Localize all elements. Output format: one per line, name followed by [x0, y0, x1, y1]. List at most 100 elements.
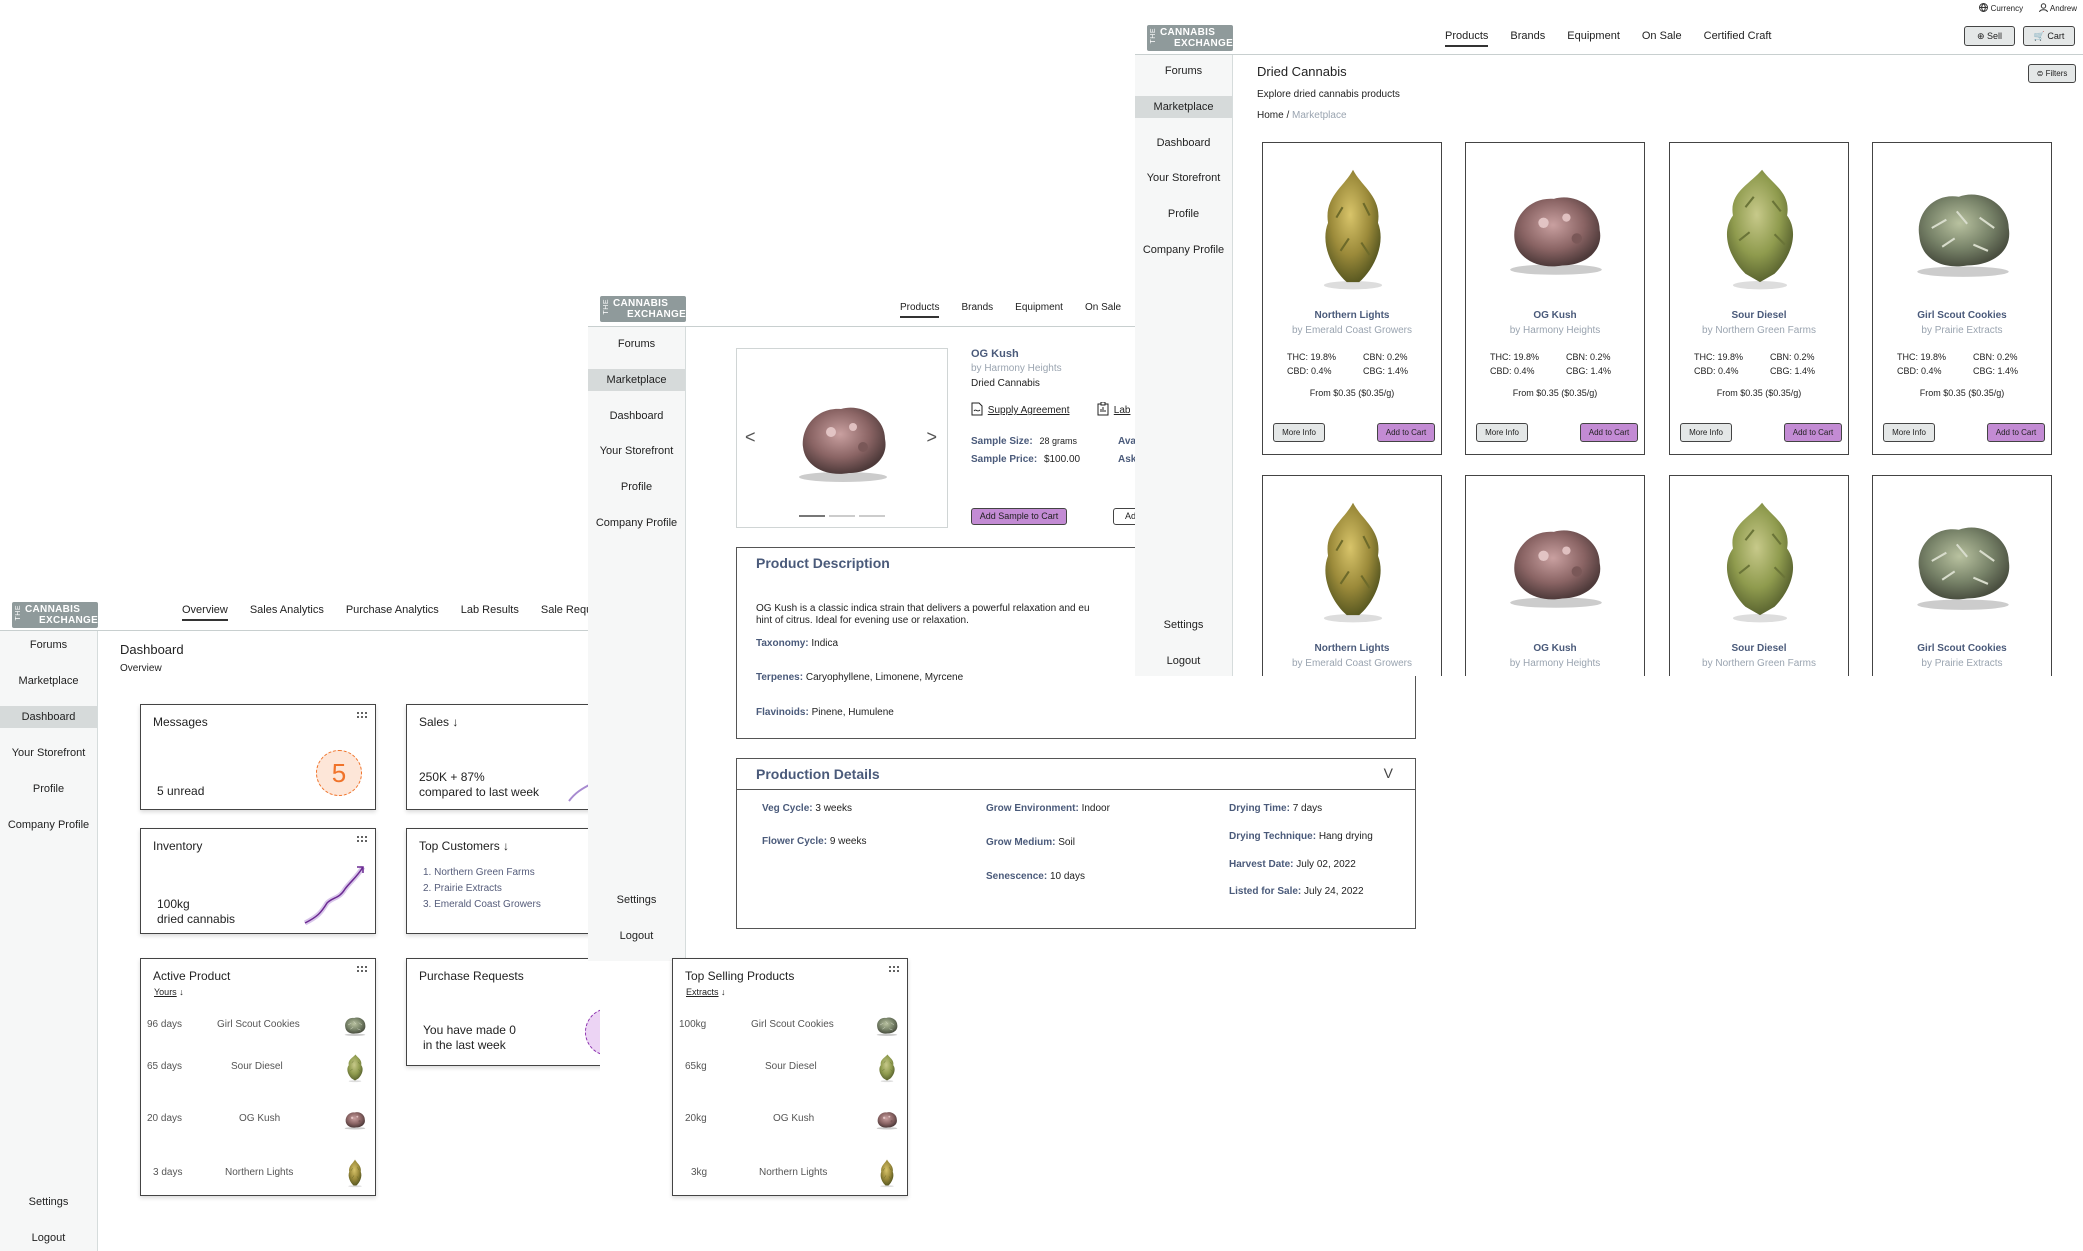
sidebar-item-profile[interactable]: Profile: [0, 778, 97, 800]
list-item[interactable]: 3 days Northern Lights: [147, 1159, 367, 1187]
sidebar-item-dashboard[interactable]: Dashboard: [588, 405, 685, 427]
list-item[interactable]: 20kg OG Kush: [679, 1105, 899, 1133]
sidebar-item-forums[interactable]: Forums: [1135, 60, 1232, 82]
product-card[interactable]: Northern Lights by Emerald Coast Growers: [1262, 475, 1442, 676]
add-sample-to-cart-button[interactable]: Add Sample to Cart: [971, 508, 1067, 525]
cart-button[interactable]: 🛒 Cart: [2023, 26, 2075, 46]
nav-equipment[interactable]: Equipment: [1015, 302, 1063, 318]
product-card-brand[interactable]: by Emerald Coast Growers: [1263, 658, 1441, 669]
product-card-brand[interactable]: by Prairie Extracts: [1873, 658, 2051, 669]
sidebar-item-your-storefront[interactable]: Your Storefront: [1135, 167, 1232, 189]
more-info-button[interactable]: More Info: [1883, 423, 1935, 442]
product-brand[interactable]: by Harmony Heights: [971, 363, 1062, 374]
add-to-cart-button[interactable]: Add to Cart: [1987, 423, 2045, 442]
tab-purchase-analytics[interactable]: Purchase Analytics: [346, 604, 439, 621]
sidebar-item-logout[interactable]: Logout: [1135, 650, 1232, 672]
list-item[interactable]: 65 days Sour Diesel: [147, 1053, 367, 1081]
add-to-cart-button[interactable]: Add to Cart: [1784, 423, 1842, 442]
sidebar-item-marketplace[interactable]: Marketplace: [1135, 96, 1232, 118]
sell-button[interactable]: ⊕ Sell: [1964, 26, 2015, 46]
product-card-name[interactable]: Girl Scout Cookies: [1873, 643, 2051, 654]
product-card-brand[interactable]: by Harmony Heights: [1466, 658, 1644, 669]
product-card[interactable]: Northern Lights by Emerald Coast Growers…: [1262, 142, 1442, 455]
product-card[interactable]: OG Kush by Harmony Heights THC: 19.8% CB…: [1465, 142, 1645, 455]
product-card[interactable]: Girl Scout Cookies by Prairie Extracts T…: [1872, 142, 2052, 455]
sidebar-item-your-storefront[interactable]: Your Storefront: [0, 742, 97, 764]
list-item[interactable]: 3kg Northern Lights: [679, 1159, 899, 1187]
more-info-button[interactable]: More Info: [1476, 423, 1528, 442]
carousel-indicator[interactable]: [829, 515, 855, 517]
sort-arrow-icon[interactable]: ↓: [452, 715, 458, 729]
brand-logo[interactable]: THE CANNABIS EXCHANGE: [12, 602, 98, 628]
nav-equipment[interactable]: Equipment: [1567, 30, 1620, 47]
list-item[interactable]: 100kg Girl Scout Cookies: [679, 1011, 899, 1039]
nav-products[interactable]: Products: [900, 302, 940, 318]
product-card[interactable]: Sour Diesel by Northern Green Farms: [1669, 475, 1849, 676]
drag-handle-icon[interactable]: [356, 965, 367, 973]
add-to-cart-button[interactable]: Add to Cart: [1580, 423, 1638, 442]
inventory-card[interactable]: Inventory 100kg dried cannabis: [140, 828, 376, 934]
currency-selector[interactable]: Currency: [1979, 3, 2023, 13]
nav-certified-craft[interactable]: Certified Craft: [1704, 30, 1772, 47]
product-card-name[interactable]: OG Kush: [1466, 643, 1644, 654]
carousel-indicator[interactable]: [859, 515, 885, 517]
product-image-carousel[interactable]: < >: [736, 348, 948, 528]
carousel-indicator[interactable]: [799, 515, 825, 517]
product-card-name[interactable]: Sour Diesel: [1670, 310, 1848, 321]
purchase-requests-card[interactable]: Purchase Requests 0 You have made 0 in t…: [406, 958, 600, 1066]
list-item[interactable]: 65kg Sour Diesel: [679, 1053, 899, 1081]
product-card-name[interactable]: Northern Lights: [1263, 310, 1441, 321]
product-card-brand[interactable]: by Northern Green Farms: [1670, 325, 1848, 336]
top-customers-card[interactable]: Top Customers ↓ 1. Northern Green Farms …: [406, 828, 600, 934]
sidebar-item-logout[interactable]: Logout: [0, 1227, 97, 1249]
sidebar-item-settings[interactable]: Settings: [0, 1191, 97, 1213]
production-details-panel[interactable]: Production Details V Veg Cycle: 3 weeks …: [736, 758, 1416, 929]
product-card-name[interactable]: Northern Lights: [1263, 643, 1441, 654]
list-item[interactable]: 20 days OG Kush: [147, 1105, 367, 1133]
nav-brands[interactable]: Brands: [961, 302, 993, 318]
product-card-name[interactable]: Sour Diesel: [1670, 643, 1848, 654]
nav-products[interactable]: Products: [1445, 30, 1489, 47]
drag-handle-icon[interactable]: [888, 965, 899, 973]
sidebar-item-marketplace[interactable]: Marketplace: [588, 369, 685, 391]
top-selling-card[interactable]: Top Selling Products Extracts ↓ 100kg Gi…: [672, 958, 908, 1196]
product-card-brand[interactable]: by Harmony Heights: [1466, 325, 1644, 336]
sales-card[interactable]: Sales ↓ 250K + 87% compared to last week: [406, 704, 600, 810]
product-card-brand[interactable]: by Prairie Extracts: [1873, 325, 2051, 336]
breadcrumb-home[interactable]: Home: [1257, 110, 1284, 121]
tab-sales-analytics[interactable]: Sales Analytics: [250, 604, 324, 621]
sidebar-item-company-profile[interactable]: Company Profile: [1135, 239, 1232, 261]
drag-handle-icon[interactable]: [356, 835, 367, 843]
product-card[interactable]: Girl Scout Cookies by Prairie Extracts: [1872, 475, 2052, 676]
sidebar-item-profile[interactable]: Profile: [588, 476, 685, 498]
sidebar-item-company-profile[interactable]: Company Profile: [588, 512, 685, 534]
nav-on-sale[interactable]: On Sale: [1085, 302, 1121, 318]
sidebar-item-marketplace[interactable]: Marketplace: [0, 670, 97, 692]
filters-button[interactable]: ⊜ Filters: [2028, 64, 2076, 83]
sidebar-item-company-profile[interactable]: Company Profile: [0, 814, 97, 836]
active-product-card[interactable]: Active Product Yours ↓ 96 days Girl Scou…: [140, 958, 376, 1196]
brand-logo[interactable]: THE CANNABIS EXCHANGE: [600, 296, 686, 322]
carousel-next-button[interactable]: >: [926, 427, 937, 448]
add-to-cart-button[interactable]: Add to Cart: [1377, 423, 1435, 442]
product-card[interactable]: OG Kush by Harmony Heights: [1465, 475, 1645, 676]
tab-overview[interactable]: Overview: [182, 604, 228, 621]
product-card[interactable]: Sour Diesel by Northern Green Farms THC:…: [1669, 142, 1849, 455]
product-card-name[interactable]: Girl Scout Cookies: [1873, 310, 2051, 321]
top-selling-filter[interactable]: Extracts ↓: [686, 987, 726, 997]
sidebar-item-settings[interactable]: Settings: [1135, 614, 1232, 636]
user-menu[interactable]: Andrew: [2039, 3, 2077, 13]
nav-brands[interactable]: Brands: [1510, 30, 1545, 47]
sidebar-item-forums[interactable]: Forums: [588, 333, 685, 355]
customer-item[interactable]: 1. Northern Green Farms: [423, 867, 535, 878]
active-product-filter[interactable]: Yours ↓: [154, 987, 184, 997]
list-item[interactable]: 96 days Girl Scout Cookies: [147, 1011, 367, 1039]
brand-logo[interactable]: THE CANNABIS EXCHANGE: [1147, 25, 1233, 51]
lab-results-link[interactable]: Lab: [1097, 401, 1130, 416]
sidebar-item-settings[interactable]: Settings: [588, 889, 685, 911]
customer-item[interactable]: 2. Prairie Extracts: [423, 883, 502, 894]
carousel-prev-button[interactable]: <: [745, 427, 756, 448]
sidebar-item-dashboard[interactable]: Dashboard: [1135, 132, 1232, 154]
product-card-name[interactable]: OG Kush: [1466, 310, 1644, 321]
more-info-button[interactable]: More Info: [1680, 423, 1732, 442]
